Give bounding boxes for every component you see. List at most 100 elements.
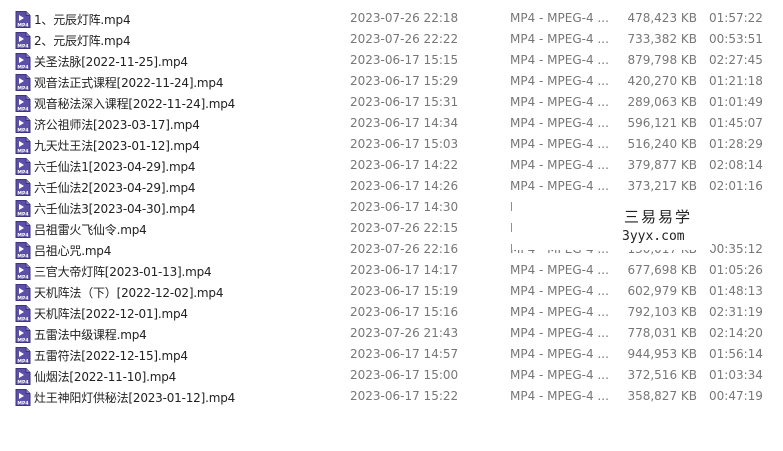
file-size: 792,103 KB (627, 305, 697, 319)
file-type: MP4 - MPEG-4 ... (510, 95, 609, 109)
file-row[interactable]: MP4 关圣法脉[2022-11-25].mp4 2023-06-17 15:1… (0, 51, 783, 72)
svg-text:MP4: MP4 (17, 232, 28, 238)
file-name[interactable]: 关圣法脉[2022-11-25].mp4 (34, 53, 188, 70)
video-file-icon: MP4 (15, 200, 31, 217)
svg-text:MP4: MP4 (17, 148, 28, 154)
file-size: 516,240 KB (627, 137, 697, 151)
file-type: MP4 - MPEG-4 ... (510, 179, 609, 193)
video-file-icon: MP4 (15, 74, 31, 91)
file-name[interactable]: 观音秘法深入课程[2022-11-24].mp4 (34, 95, 235, 112)
file-size: 602,979 KB (627, 284, 697, 298)
svg-text:MP4: MP4 (17, 316, 28, 322)
file-size: 677,698 KB (627, 263, 697, 277)
file-row[interactable]: MP4 灶王神阳灯供秘法[2023-01-12].mp4 2023-06-17 … (0, 387, 783, 408)
file-size: 733,382 KB (627, 32, 697, 46)
video-file-icon: MP4 (15, 11, 31, 28)
svg-text:MP4: MP4 (17, 253, 28, 259)
file-date-modified: 2023-06-17 15:15 (350, 53, 459, 67)
file-duration: 02:08:14 (709, 158, 763, 172)
video-file-icon: MP4 (15, 263, 31, 280)
file-size: 358,827 KB (627, 389, 697, 403)
file-date-modified: 2023-06-17 15:16 (350, 305, 459, 319)
file-size: 372,516 KB (627, 368, 697, 382)
file-type: MP4 - MPEG-4 ... (510, 284, 609, 298)
file-type: MP4 - MPEG-4 ... (510, 158, 609, 172)
file-row[interactable]: MP4 仙烟法[2022-11-10].mp4 2023-06-17 15:00… (0, 366, 783, 387)
file-type: MP4 - MPEG-4 ... (510, 137, 609, 151)
file-type: MP4 - MPEG-4 ... (510, 389, 609, 403)
video-file-icon: MP4 (15, 32, 31, 49)
file-size: 420,270 KB (627, 74, 697, 88)
file-name[interactable]: 吕祖心咒.mp4 (34, 242, 111, 259)
file-name[interactable]: 三官大帝灯阵[2023-01-13].mp4 (34, 263, 212, 280)
file-duration: 00:53:51 (709, 32, 763, 46)
file-duration: 00:35:12 (709, 242, 763, 256)
file-duration: 01:21:18 (709, 74, 763, 88)
file-name[interactable]: 六壬仙法2[2023-04-29].mp4 (34, 179, 195, 196)
file-name[interactable]: 六壬仙法3[2023-04-30].mp4 (34, 200, 195, 217)
video-file-icon: MP4 (15, 326, 31, 343)
video-file-icon: MP4 (15, 158, 31, 175)
file-name[interactable]: 天机阵法（下）[2022-12-02].mp4 (34, 284, 223, 301)
video-file-icon: MP4 (15, 305, 31, 322)
svg-text:MP4: MP4 (17, 379, 28, 385)
svg-text:MP4: MP4 (17, 211, 28, 217)
file-type: MP4 - MPEG-4 ... (510, 326, 609, 340)
file-name[interactable]: 观音法正式课程[2022-11-24].mp4 (34, 74, 223, 91)
file-date-modified: 2023-06-17 15:22 (350, 389, 459, 403)
file-duration: 01:56:14 (709, 347, 763, 361)
file-name[interactable]: 五雷法中级课程.mp4 (34, 326, 147, 343)
file-name[interactable]: 济公祖师法[2023-03-17].mp4 (34, 116, 200, 133)
file-type: MP4 - MPEG-4 ... (510, 74, 609, 88)
file-date-modified: 2023-07-26 22:22 (350, 32, 459, 46)
file-row[interactable]: MP4 五雷法中级课程.mp4 2023-07-26 21:43 MP4 - M… (0, 324, 783, 345)
file-name[interactable]: 仙烟法[2022-11-10].mp4 (34, 368, 176, 385)
file-date-modified: 2023-06-17 14:26 (350, 179, 459, 193)
file-row[interactable]: MP4 三官大帝灯阵[2023-01-13].mp4 2023-06-17 14… (0, 261, 783, 282)
file-name[interactable]: 天机阵法[2022-12-01].mp4 (34, 305, 188, 322)
file-duration: 02:27:45 (709, 53, 763, 67)
file-row[interactable]: MP4 观音秘法深入课程[2022-11-24].mp4 2023-06-17 … (0, 93, 783, 114)
file-row[interactable]: MP4 五雷符法[2022-12-15].mp4 2023-06-17 14:5… (0, 345, 783, 366)
file-date-modified: 2023-06-17 14:22 (350, 158, 459, 172)
file-size: 478,423 KB (627, 11, 697, 25)
file-row[interactable]: MP4 六壬仙法1[2023-04-29].mp4 2023-06-17 14:… (0, 156, 783, 177)
file-row[interactable]: MP4 观音法正式课程[2022-11-24].mp4 2023-06-17 1… (0, 72, 783, 93)
video-file-icon: MP4 (15, 53, 31, 70)
file-name[interactable]: 灶王神阳灯供秘法[2023-01-12].mp4 (34, 389, 235, 406)
file-row[interactable]: MP4 天机阵法[2022-12-01].mp4 2023-06-17 15:1… (0, 303, 783, 324)
file-size: 373,217 KB (627, 179, 697, 193)
file-date-modified: 2023-06-17 14:17 (350, 263, 459, 277)
watermark-chinese: 三易易学 (624, 208, 693, 226)
file-date-modified: 2023-07-26 21:43 (350, 326, 459, 340)
svg-text:MP4: MP4 (17, 127, 28, 133)
file-name[interactable]: 五雷符法[2022-12-15].mp4 (34, 347, 188, 364)
file-date-modified: 2023-06-17 15:29 (350, 74, 459, 88)
video-file-icon: MP4 (15, 389, 31, 406)
file-duration: 01:48:13 (709, 284, 763, 298)
watermark-url: 3yyx.com (622, 229, 685, 244)
file-duration: 01:28:29 (709, 137, 763, 151)
file-row[interactable]: MP4 济公祖师法[2023-03-17].mp4 2023-06-17 14:… (0, 114, 783, 135)
file-date-modified: 2023-06-17 15:03 (350, 137, 459, 151)
file-row[interactable]: MP4 天机阵法（下）[2022-12-02].mp4 2023-06-17 1… (0, 282, 783, 303)
file-row[interactable]: MP4 2、元辰灯阵.mp4 2023-07-26 22:22 MP4 - MP… (0, 30, 783, 51)
file-row[interactable]: MP4 六壬仙法2[2023-04-29].mp4 2023-06-17 14:… (0, 177, 783, 198)
file-name[interactable]: 九天灶王法[2023-01-12].mp4 (34, 137, 200, 154)
file-type: MP4 - MPEG-4 ... (510, 347, 609, 361)
file-date-modified: 2023-07-26 22:15 (350, 221, 459, 235)
file-name[interactable]: 2、元辰灯阵.mp4 (34, 32, 131, 49)
file-size: 596,121 KB (627, 116, 697, 130)
file-row[interactable]: MP4 1、元辰灯阵.mp4 2023-07-26 22:18 MP4 - MP… (0, 9, 783, 30)
file-name[interactable]: 1、元辰灯阵.mp4 (34, 11, 131, 28)
file-duration: 01:03:34 (709, 368, 763, 382)
file-row[interactable]: MP4 九天灶王法[2023-01-12].mp4 2023-06-17 15:… (0, 135, 783, 156)
file-date-modified: 2023-06-17 14:34 (350, 116, 459, 130)
file-name[interactable]: 吕祖雷火飞仙令.mp4 (34, 221, 147, 238)
video-file-icon: MP4 (15, 95, 31, 112)
svg-text:MP4: MP4 (17, 295, 28, 301)
file-name[interactable]: 六壬仙法1[2023-04-29].mp4 (34, 158, 195, 175)
svg-text:MP4: MP4 (17, 85, 28, 91)
file-type: MP4 - MPEG-4 ... (510, 53, 609, 67)
file-duration: 01:45:07 (709, 116, 763, 130)
